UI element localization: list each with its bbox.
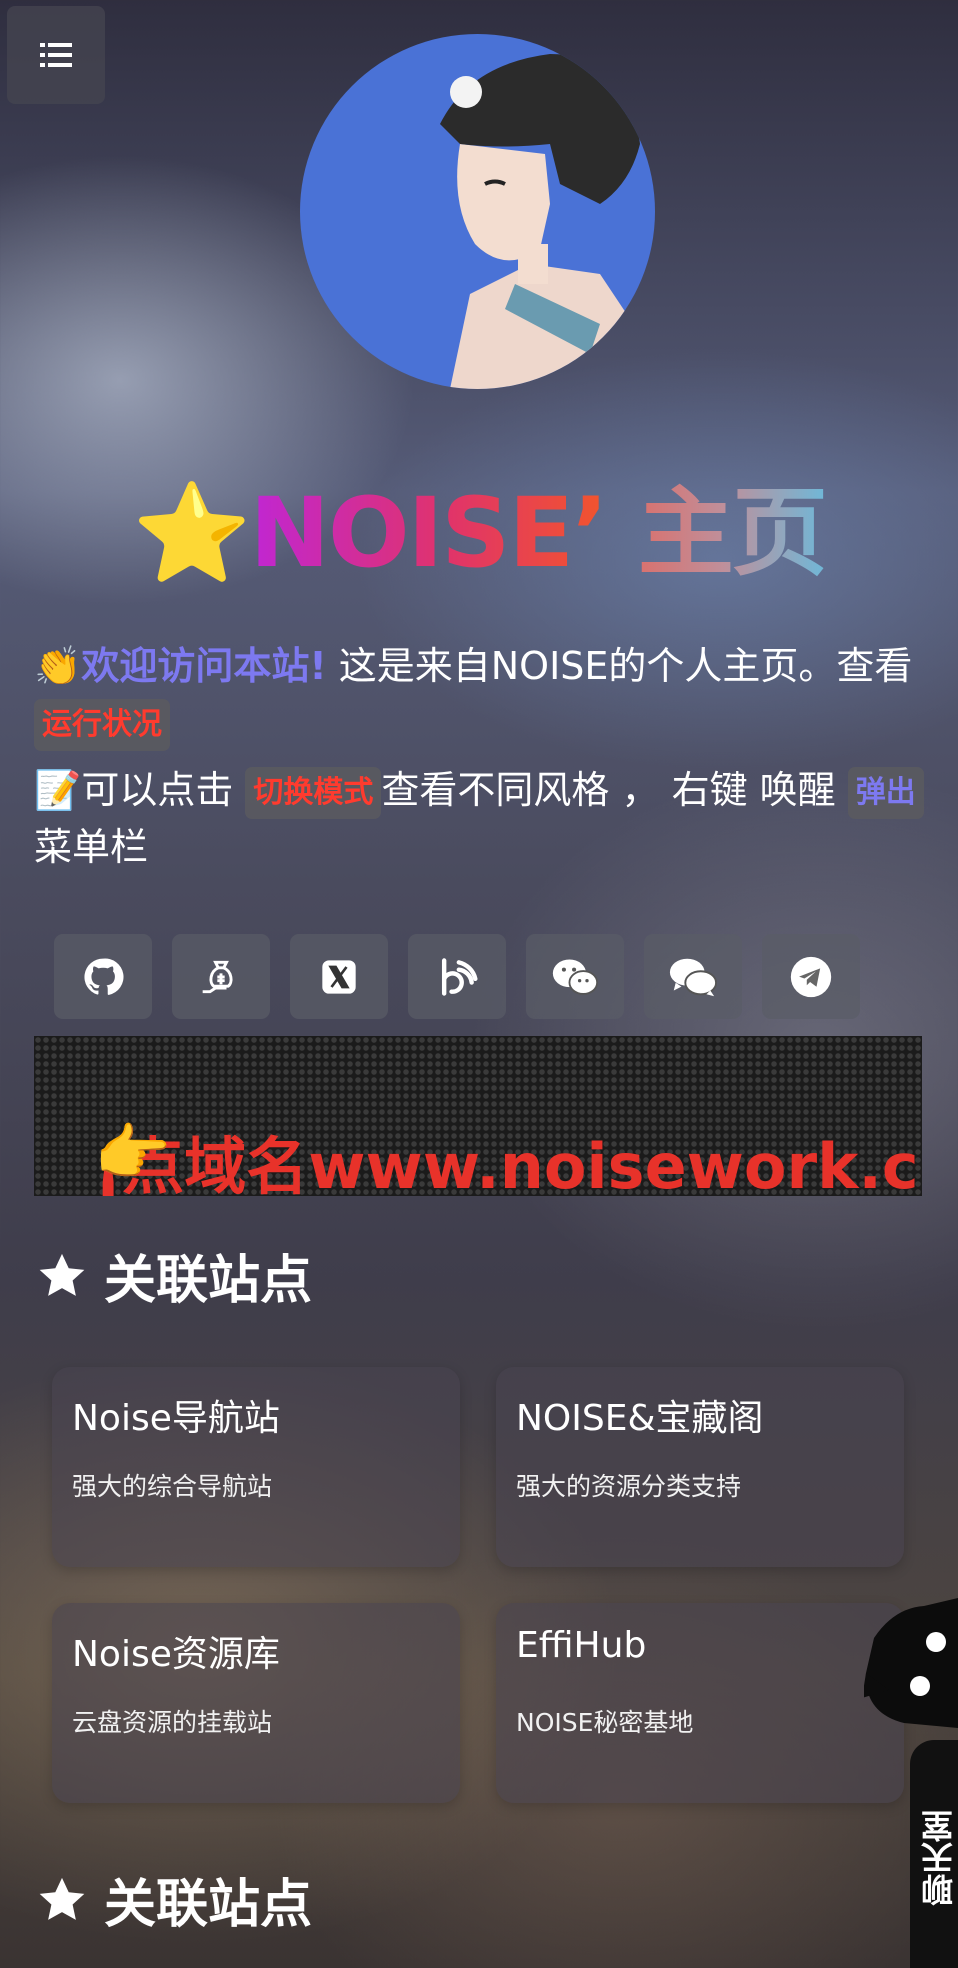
github-icon: [84, 958, 124, 995]
card-title: EffiHub: [516, 1625, 647, 1666]
memo-icon: 📝: [34, 768, 82, 812]
card-desc: NOISE秘密基地: [516, 1708, 694, 1737]
star-icon: [39, 1877, 85, 1920]
star-icon: ⭐: [132, 477, 252, 589]
github-link[interactable]: [54, 934, 152, 1019]
wechat-icon: [552, 958, 599, 995]
star-icon: [39, 1253, 85, 1296]
status-pill[interactable]: 运行状况: [34, 698, 170, 751]
donate-link[interactable]: [172, 934, 270, 1019]
intro-line-1: 👏欢迎访问本站! 这是来自NOISE的个人主页。查看 运行状况: [34, 638, 924, 751]
card-title: NOISE&宝藏阁: [516, 1398, 764, 1439]
cat-mascot[interactable]: [862, 1598, 958, 1728]
bilibili-link[interactable]: [408, 934, 506, 1019]
intro-prefix: 可以点击: [81, 768, 246, 812]
chat-bubbles-icon: [669, 958, 718, 996]
pointing-hand-icon: 👉: [94, 1116, 172, 1189]
site-card-effihub[interactable]: EffiHub NOISE秘密基地: [496, 1603, 904, 1803]
chat-room-label: 聊天室: [920, 1810, 958, 1906]
intro-suffix: 菜单栏: [34, 824, 149, 869]
card-desc: 云盘资源的挂载站: [72, 1708, 273, 1737]
card-desc: 强大的综合导航站: [72, 1472, 273, 1501]
list-icon: [40, 43, 72, 67]
bilibili-icon: [441, 957, 478, 996]
chat-room-tab[interactable]: 聊天室: [910, 1740, 958, 1968]
brand-name: NOISE’: [249, 477, 609, 589]
intro-mid: 查看不同风格 ， 右键 唤醒: [381, 768, 848, 812]
section-title-text: 关联站点: [104, 1251, 313, 1311]
site-card-treasure[interactable]: NOISE&宝藏阁 强大的资源分类支持: [496, 1367, 904, 1567]
switch-mode-pill[interactable]: 切换模式: [245, 766, 382, 819]
chat-link[interactable]: [644, 934, 742, 1019]
section-title: 关联站点: [36, 1238, 312, 1313]
card-title: Noise导航站: [72, 1398, 280, 1439]
popup-pill[interactable]: 弹出: [847, 766, 924, 819]
section-title: 关联站点: [36, 1862, 312, 1937]
menu-button[interactable]: [7, 6, 105, 104]
intro-text: 这是来自NOISE的个人主页。查看: [326, 644, 913, 688]
welcome-text: 欢迎访问本站!: [81, 644, 327, 688]
cat-icon: [862, 1598, 958, 1728]
page-label: 主页: [637, 477, 828, 589]
clap-icon: 👏: [34, 644, 82, 688]
intro-line-2: 📝可以点击 切换模式 查看不同风格 ， 右键 唤醒 弹出 菜单栏: [34, 762, 924, 875]
telegram-icon: [790, 956, 832, 997]
money-bag-icon: [202, 960, 233, 993]
site-card-resources[interactable]: Noise资源库 云盘资源的挂载站: [52, 1603, 460, 1803]
site-card-navigation[interactable]: Noise导航站 强大的综合导航站: [52, 1367, 460, 1567]
page-title: ⭐NOISE’ 主页: [0, 455, 958, 594]
card-desc: 强大的资源分类支持: [516, 1472, 742, 1501]
avatar: [300, 34, 655, 389]
domain-marquee: ¡点域名www.noisework.cn 👉: [34, 1036, 922, 1196]
x-icon: [322, 959, 356, 994]
wechat-link[interactable]: [526, 934, 624, 1019]
section-title-text: 关联站点: [104, 1875, 313, 1935]
social-links: [54, 934, 860, 1019]
card-title: Noise资源库: [72, 1634, 280, 1675]
x-link[interactable]: [290, 934, 388, 1019]
telegram-link[interactable]: [762, 934, 860, 1019]
